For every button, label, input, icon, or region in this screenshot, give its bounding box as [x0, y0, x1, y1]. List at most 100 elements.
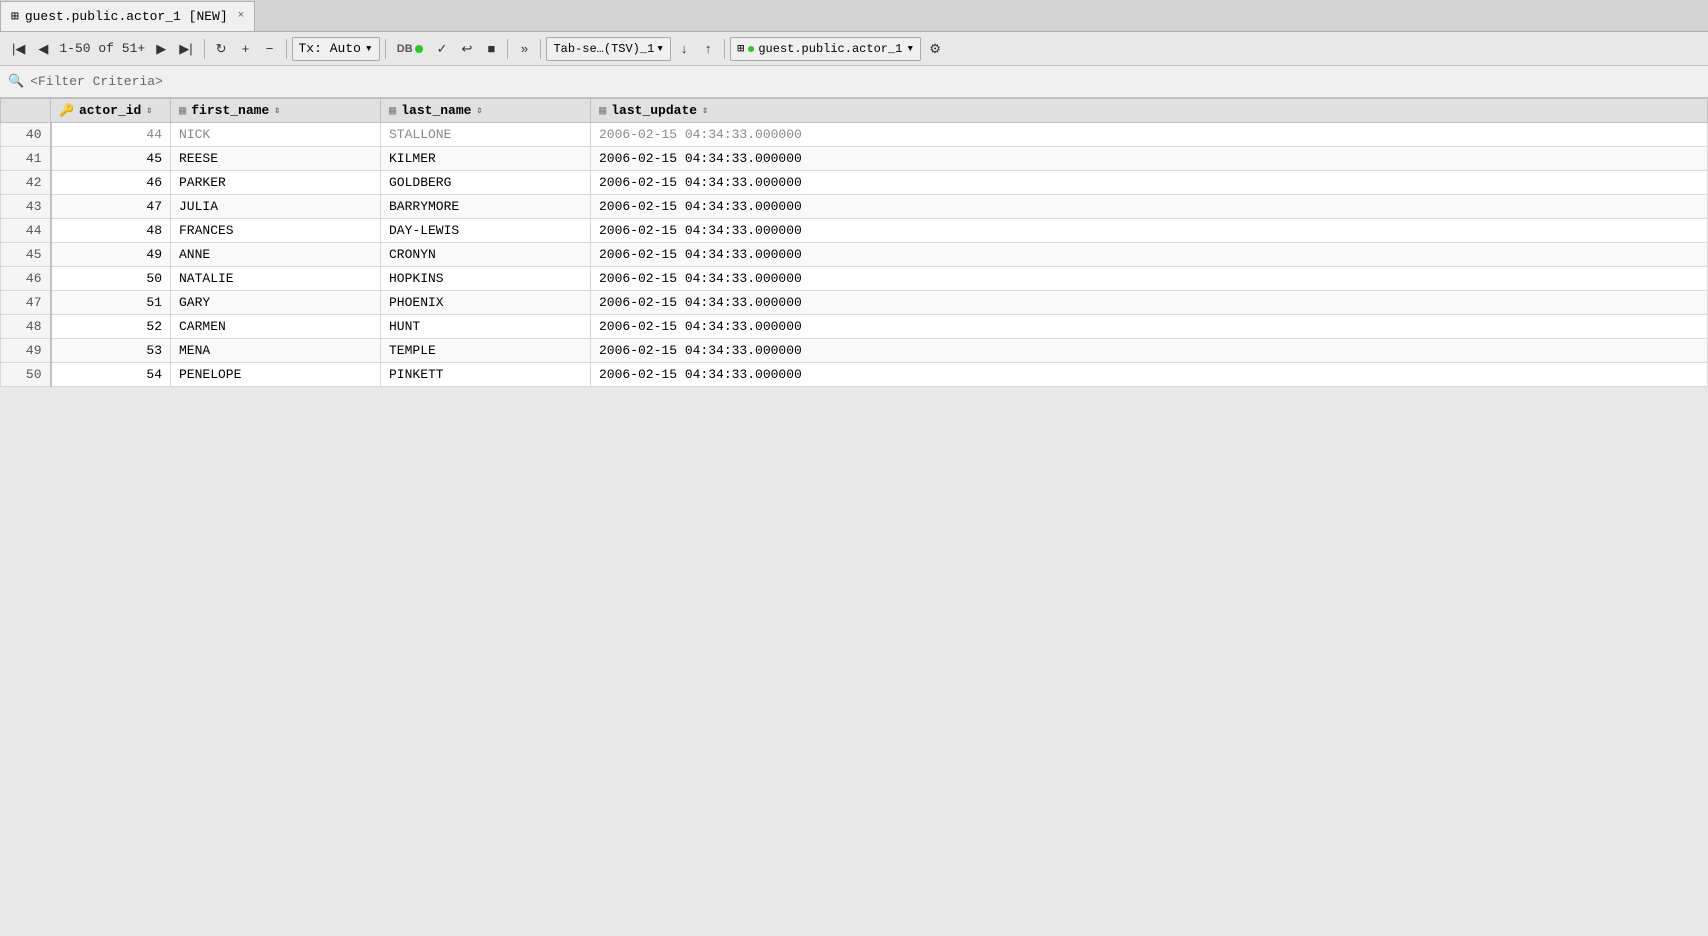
- nav-prev-button[interactable]: ◀: [32, 36, 54, 62]
- sort-icon-last-name: ⇕: [476, 105, 482, 117]
- green-dot2: [748, 46, 754, 52]
- col-header-actor-id-label: actor_id: [79, 103, 141, 118]
- refresh-button[interactable]: ↻: [210, 36, 233, 62]
- stop-button[interactable]: ■: [480, 36, 502, 62]
- cell-first_name-row7: CARMEN: [171, 315, 381, 339]
- col-fn-icon: ▦: [179, 103, 186, 118]
- table-row-partial[interactable]: 40 44 NICK STALLONE 2006-02-15 04:34:33.…: [1, 123, 1708, 147]
- tx-dropdown[interactable]: Tx: Auto ▾: [292, 37, 380, 61]
- table-row[interactable]: 4347JULIABARRYMORE2006-02-15 04:34:33.00…: [1, 195, 1708, 219]
- main-tab[interactable]: ⊞ guest.public.actor_1 [NEW] ×: [0, 1, 255, 31]
- cell-last_update-row7: 2006-02-15 04:34:33.000000: [591, 315, 1708, 339]
- table-row[interactable]: 4549ANNECRONYN2006-02-15 04:34:33.000000: [1, 243, 1708, 267]
- table-row[interactable]: 4448FRANCESDAY-LEWIS2006-02-15 04:34:33.…: [1, 219, 1708, 243]
- cell-rownum-partial: 40: [1, 123, 51, 147]
- more-button[interactable]: »: [513, 36, 535, 62]
- db-icon: DB: [397, 43, 413, 55]
- cell-actor_id-row1: 46: [51, 171, 171, 195]
- tab-close-button[interactable]: ×: [238, 10, 245, 22]
- col-header-first-name-label: first_name: [191, 103, 269, 118]
- col-header-last-name[interactable]: ▦ last_name ⇕: [381, 99, 591, 123]
- col-header-actor-id[interactable]: 🔑 actor_id ⇕: [51, 99, 171, 123]
- sep2: [286, 39, 287, 59]
- cell-actor_id-row9: 54: [51, 363, 171, 387]
- col-header-first-name[interactable]: ▦ first_name ⇕: [171, 99, 381, 123]
- delete-row-button[interactable]: −: [259, 36, 281, 62]
- cell-last_name-row6: PHOENIX: [381, 291, 591, 315]
- cell-actor_id-row5: 50: [51, 267, 171, 291]
- rollback-button[interactable]: ↩: [456, 36, 479, 62]
- table-row[interactable]: 4751GARYPHOENIX2006-02-15 04:34:33.00000…: [1, 291, 1708, 315]
- nav-next-button[interactable]: ▶: [150, 36, 172, 62]
- cell-last_name-row9: PINKETT: [381, 363, 591, 387]
- filter-placeholder[interactable]: <Filter Criteria>: [30, 74, 163, 89]
- col-ln-icon: ▦: [389, 103, 396, 118]
- cell-first_name-row3: FRANCES: [171, 219, 381, 243]
- tab-grid-icon: ⊞: [11, 9, 19, 24]
- page-range: 1-50 of 51+: [55, 41, 149, 56]
- nav-first-button[interactable]: |◀: [6, 36, 31, 62]
- tab-bar: ⊞ guest.public.actor_1 [NEW] ×: [0, 0, 1708, 32]
- cell-row_num-row7: 48: [1, 315, 51, 339]
- commit-button[interactable]: ✓: [431, 36, 454, 62]
- export-dropdown-arrow: ▾: [656, 41, 664, 56]
- cell-actorid-partial: 44: [51, 123, 171, 147]
- table-row[interactable]: 4145REESEKILMER2006-02-15 04:34:33.00000…: [1, 147, 1708, 171]
- download-button[interactable]: ↓: [673, 36, 695, 62]
- export-label: Tab-se…(TSV)_1: [553, 42, 654, 56]
- data-table: 🔑 actor_id ⇕ ▦ first_name ⇕ ▦ last_: [0, 98, 1708, 387]
- upload-button[interactable]: ↑: [697, 36, 719, 62]
- cell-last_update-row1: 2006-02-15 04:34:33.000000: [591, 171, 1708, 195]
- cell-row_num-row4: 45: [1, 243, 51, 267]
- table-row[interactable]: 4852CARMENHUNT2006-02-15 04:34:33.000000: [1, 315, 1708, 339]
- cell-last_name-row2: BARRYMORE: [381, 195, 591, 219]
- table-row[interactable]: 4650NATALIEHOPKINS2006-02-15 04:34:33.00…: [1, 267, 1708, 291]
- cell-first_name-row6: GARY: [171, 291, 381, 315]
- toolbar: |◀ ◀ 1-50 of 51+ ▶ ▶| ↻ + − Tx: Auto ▾ D…: [0, 32, 1708, 66]
- green-status-dot: [415, 45, 423, 53]
- cell-row_num-row8: 49: [1, 339, 51, 363]
- cell-first_name-row2: JULIA: [171, 195, 381, 219]
- cell-actor_id-row7: 52: [51, 315, 171, 339]
- nav-last-button[interactable]: ▶|: [173, 36, 198, 62]
- db-connect-button[interactable]: DB: [391, 36, 429, 62]
- cell-last_name-row0: KILMER: [381, 147, 591, 171]
- cell-actor_id-row6: 51: [51, 291, 171, 315]
- sort-icon-first-name: ⇕: [274, 105, 280, 117]
- col-header-last-update-label: last_update: [611, 103, 697, 118]
- cell-row_num-row0: 41: [1, 147, 51, 171]
- table-row[interactable]: 4246PARKERGOLDBERG2006-02-15 04:34:33.00…: [1, 171, 1708, 195]
- col-header-rownum: [1, 99, 51, 123]
- cell-last_update-row5: 2006-02-15 04:34:33.000000: [591, 267, 1708, 291]
- cell-row_num-row1: 42: [1, 171, 51, 195]
- filter-bar: 🔍 <Filter Criteria>: [0, 66, 1708, 98]
- cell-row_num-row9: 50: [1, 363, 51, 387]
- cell-lastupdate-partial: 2006-02-15 04:34:33.000000: [591, 123, 1708, 147]
- export-dropdown[interactable]: Tab-se…(TSV)_1 ▾: [546, 37, 671, 61]
- cell-last_update-row3: 2006-02-15 04:34:33.000000: [591, 219, 1708, 243]
- cell-actor_id-row0: 45: [51, 147, 171, 171]
- cell-row_num-row5: 46: [1, 267, 51, 291]
- cell-actor_id-row2: 47: [51, 195, 171, 219]
- col-lu-icon: ▦: [599, 103, 606, 118]
- add-row-button[interactable]: +: [235, 36, 257, 62]
- table-row[interactable]: 5054PENELOPEPINKETT2006-02-15 04:34:33.0…: [1, 363, 1708, 387]
- sep5: [540, 39, 541, 59]
- table-row[interactable]: 4953MENATEMPLE2006-02-15 04:34:33.000000: [1, 339, 1708, 363]
- cell-last_name-row5: HOPKINS: [381, 267, 591, 291]
- settings-button[interactable]: ⚙: [923, 36, 947, 62]
- cell-first_name-row4: ANNE: [171, 243, 381, 267]
- col-header-last-update[interactable]: ▦ last_update ⇕: [591, 99, 1708, 123]
- tx-label: Tx: Auto: [299, 41, 361, 56]
- col-key-icon: 🔑: [59, 103, 74, 118]
- table-dropdown[interactable]: ⊞ guest.public.actor_1 ▾: [730, 37, 921, 61]
- cell-last_update-row4: 2006-02-15 04:34:33.000000: [591, 243, 1708, 267]
- sort-icon-actor-id: ⇕: [146, 105, 152, 117]
- cell-actor_id-row4: 49: [51, 243, 171, 267]
- cell-last_name-row3: DAY-LEWIS: [381, 219, 591, 243]
- sort-icon-last-update: ⇕: [702, 105, 708, 117]
- cell-last_update-row9: 2006-02-15 04:34:33.000000: [591, 363, 1708, 387]
- cell-last_name-row8: TEMPLE: [381, 339, 591, 363]
- cell-firstname-partial: NICK: [171, 123, 381, 147]
- cell-row_num-row2: 43: [1, 195, 51, 219]
